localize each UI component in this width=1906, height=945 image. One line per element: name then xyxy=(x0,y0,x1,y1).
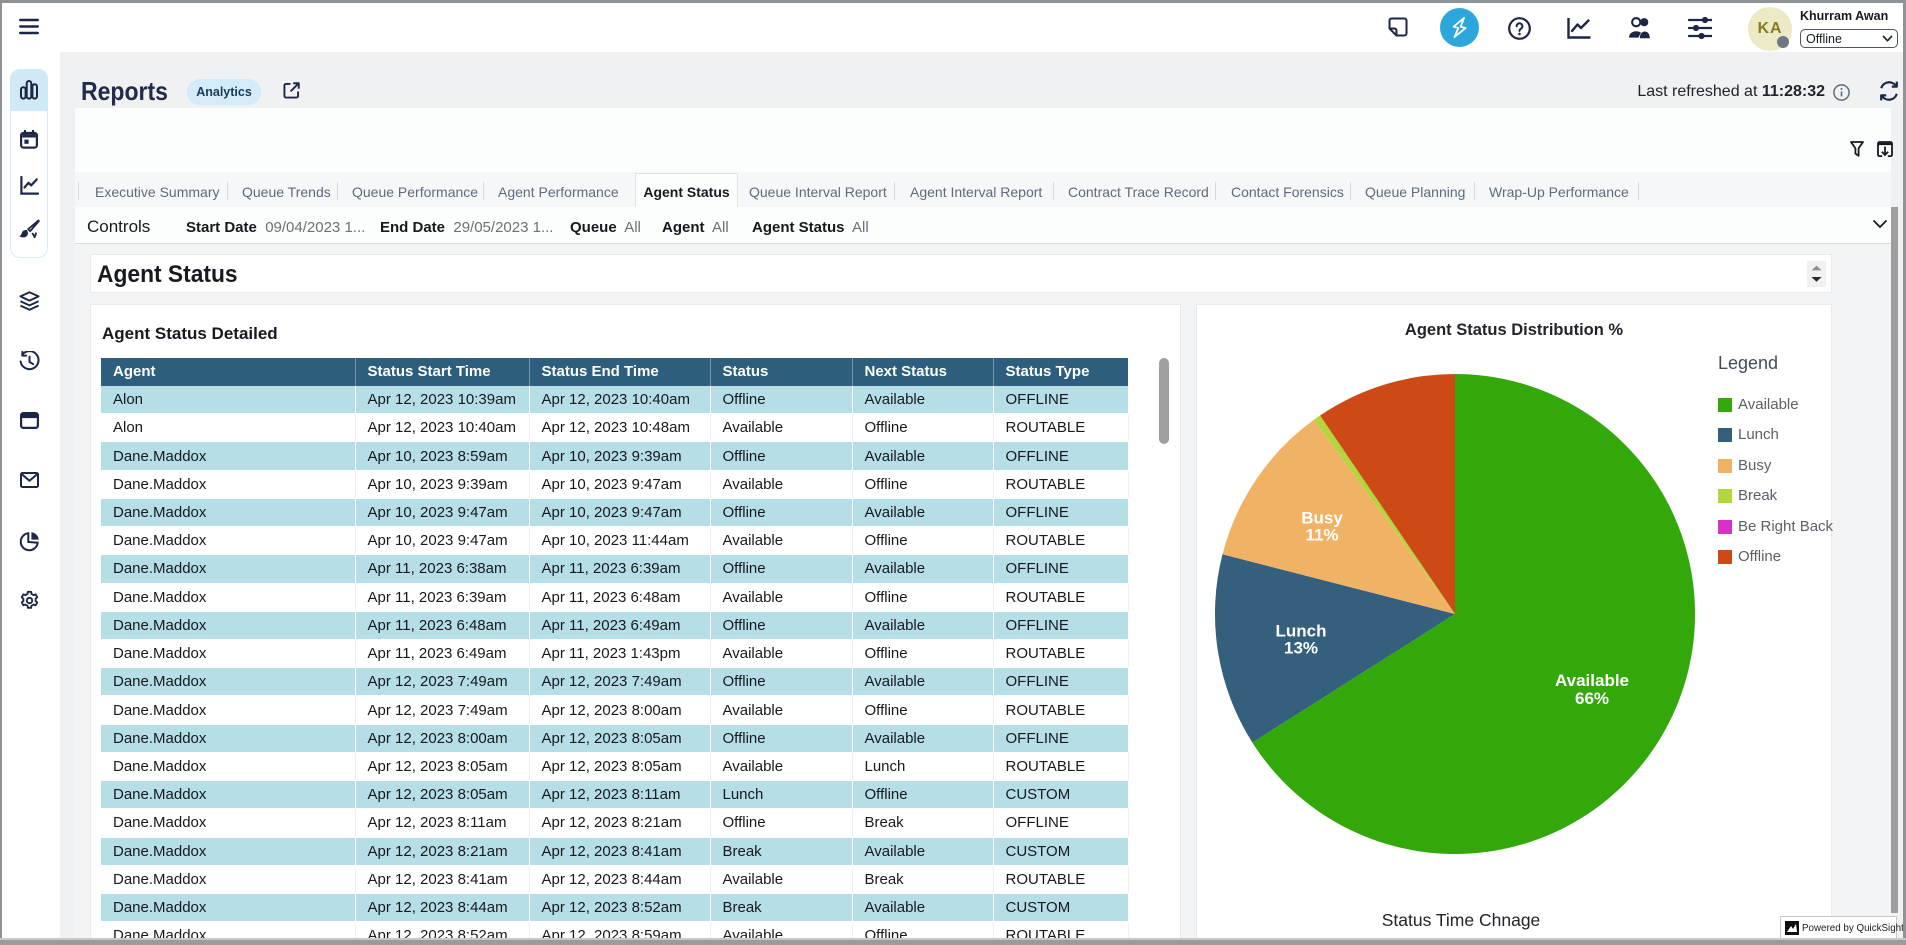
svg-text:13%: 13% xyxy=(1284,639,1318,658)
svg-text:Available: Available xyxy=(1555,671,1629,690)
svg-text:66%: 66% xyxy=(1575,689,1609,708)
svg-text:11%: 11% xyxy=(1305,526,1338,545)
